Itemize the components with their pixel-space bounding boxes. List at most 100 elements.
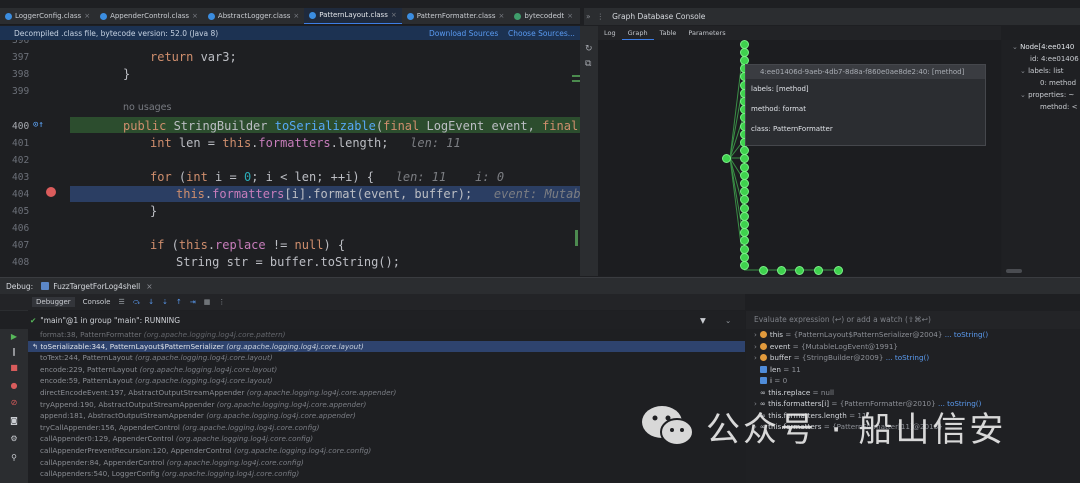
graph-node[interactable] <box>813 265 823 275</box>
refresh-icon[interactable]: ↻ <box>585 44 593 54</box>
line-number: 405 <box>12 206 30 217</box>
stack-frame[interactable]: ↰ toSerializable:344, PatternLayout$Patt… <box>28 340 745 353</box>
frame-package: (org.apache.logging.log4j.core.layout) <box>135 376 273 386</box>
line-number: 401 <box>12 138 30 149</box>
frame-method: toText:244, PatternLayout <box>40 353 133 363</box>
resume-icon[interactable]: ▶ <box>10 333 18 341</box>
copy-icon[interactable]: ⧉ <box>585 59 591 69</box>
graph-node[interactable] <box>739 236 749 246</box>
graph-node[interactable] <box>794 265 804 275</box>
graph-node[interactable] <box>739 260 749 270</box>
horizontal-scrollbar[interactable] <box>1006 269 1022 273</box>
stack-frame[interactable]: callAppenderPreventRecursion:120, Append… <box>28 445 745 457</box>
expand-icon[interactable]: › <box>754 342 757 351</box>
view-breakpoints-icon[interactable]: ● <box>10 382 18 390</box>
stack-frame[interactable]: toText:244, PatternLayout (org.apache.lo… <box>28 352 745 364</box>
variable-row[interactable]: len = 11 <box>760 364 801 376</box>
close-icon[interactable]: × <box>567 12 573 20</box>
evaluate-icon[interactable]: ▦ <box>204 298 211 306</box>
node-tooltip: 4:ee01406d-9aeb-4db7-8d8a-f860e0ae8de2:4… <box>745 64 986 146</box>
graph-node[interactable] <box>739 154 749 164</box>
node-properties: ⌄ properties: ~ <box>1020 91 1074 99</box>
tab-loggerconfig[interactable]: LoggerConfig.class × <box>0 8 95 24</box>
stack-frame[interactable]: callAppender:84, AppenderControl (org.ap… <box>28 457 745 469</box>
collapse-icon[interactable]: » <box>586 12 591 21</box>
variable-row[interactable]: i = 0 <box>760 375 787 387</box>
stack-frame[interactable]: callAppenders:540, LoggerConfig (org.apa… <box>28 468 745 480</box>
code-line-397: return var3; <box>150 50 237 64</box>
download-sources-link[interactable]: Download Sources <box>429 29 498 38</box>
thread-selector[interactable]: ✔ "main"@1 in group "main": RUNNING ▼ ⌄ <box>0 311 745 329</box>
variable-row[interactable]: › buffer = {StringBuilder@2009} ... toStr… <box>754 352 929 364</box>
to-string-link[interactable]: ... toString() <box>945 330 988 339</box>
tab-patternlayout[interactable]: PatternLayout.class × <box>304 8 402 24</box>
tabs-overflow-icon[interactable]: ⌄ <box>578 12 580 20</box>
close-icon[interactable]: × <box>391 11 397 19</box>
close-icon[interactable]: × <box>84 12 90 20</box>
more-icon[interactable]: ⋮ <box>218 298 225 306</box>
tab-console[interactable]: Console <box>83 298 111 306</box>
force-step-into-icon[interactable]: ⇣ <box>162 298 168 306</box>
pin-icon[interactable]: ⚲ <box>10 454 18 462</box>
variable-row[interactable]: › event = {MutableLogEvent@1991} <box>754 341 898 353</box>
variable-row[interactable]: ∞ this.replace = null <box>760 387 834 399</box>
run-to-cursor-icon[interactable]: ⇥ <box>190 298 196 306</box>
expand-icon[interactable]: ⌄ <box>1012 43 1020 51</box>
breakpoint-icon[interactable] <box>46 187 56 197</box>
expand-icon[interactable]: › <box>754 330 757 339</box>
to-string-link[interactable]: ... toString() <box>886 353 929 362</box>
graph-node[interactable] <box>739 195 749 205</box>
graph-node[interactable] <box>721 153 731 163</box>
stack-frame[interactable]: tryCallAppender:156, AppenderControl (or… <box>28 422 745 434</box>
stack-frame[interactable]: directEncodeEvent:197, AbstractOutputStr… <box>28 387 745 399</box>
filter-icon[interactable]: ▼ <box>700 316 706 325</box>
tab-log[interactable]: Log <box>598 26 622 40</box>
stack-frame[interactable]: callAppender0:129, AppenderControl (org.… <box>28 433 745 445</box>
variable-name: i <box>770 376 772 385</box>
step-out-icon[interactable]: ↑ <box>176 298 182 306</box>
scrollbar-thumb[interactable] <box>575 230 578 246</box>
frame-method: callAppender0:129, AppenderControl <box>40 434 174 444</box>
stack-frame[interactable]: encode:59, PatternLayout (org.apache.log… <box>28 375 745 387</box>
tab-table[interactable]: Table <box>654 26 683 40</box>
evaluate-expression-input[interactable]: Evaluate expression (↩) or add a watch (… <box>746 311 1080 329</box>
more-icon[interactable]: ⋮ <box>597 12 605 21</box>
camera-icon[interactable]: ◙ <box>10 417 18 425</box>
tab-appendercontrol[interactable]: AppenderControl.class × <box>95 8 203 24</box>
stack-frame[interactable]: format:38, PatternFormatter (org.apache.… <box>28 329 745 341</box>
gear-icon[interactable]: ⚙ <box>10 435 18 443</box>
variable-row[interactable]: › this = {PatternLayout$PatternSerializer… <box>754 329 988 341</box>
expand-icon[interactable]: ⌄ <box>1020 91 1028 99</box>
expand-icon[interactable]: ⌄ <box>725 316 731 325</box>
code-editor[interactable]: 396 397 398 399 400 401 402 403 404 405 … <box>0 40 584 275</box>
stack-frame[interactable]: append:181, AbstractOutputStreamAppender… <box>28 410 745 422</box>
graph-node[interactable] <box>758 265 768 275</box>
close-icon[interactable]: × <box>192 12 198 20</box>
close-icon[interactable]: × <box>146 282 152 291</box>
stack-frame[interactable]: encode:229, PatternLayout (org.apache.lo… <box>28 364 745 376</box>
stop-icon[interactable]: ■ <box>10 364 18 372</box>
step-over-icon[interactable]: ⤼ <box>133 298 140 307</box>
node-properties-text: properties: ~ <box>1028 91 1075 99</box>
menu-icon[interactable]: ☰ <box>118 298 124 306</box>
step-into-icon[interactable]: ↓ <box>148 298 154 306</box>
stack-frame[interactable]: tryAppend:190, AbstractOutputStreamAppen… <box>28 399 745 411</box>
run-config-name[interactable]: FuzzTargetForLog4shell <box>53 282 140 291</box>
close-icon[interactable]: × <box>293 12 299 20</box>
object-icon <box>759 342 767 350</box>
expand-icon[interactable]: › <box>754 353 757 362</box>
tab-parameters[interactable]: Parameters <box>682 26 731 40</box>
override-marker-icon[interactable]: ⊙↑ <box>33 120 44 130</box>
choose-sources-link[interactable]: Choose Sources... <box>508 29 575 38</box>
close-icon[interactable]: × <box>498 12 504 20</box>
expand-icon[interactable]: ⌄ <box>1020 67 1028 75</box>
tab-patternformatter[interactable]: PatternFormatter.class × <box>402 8 510 24</box>
tab-abstractlogger[interactable]: AbstractLogger.class × <box>203 8 304 24</box>
tab-graph[interactable]: Graph <box>621 26 654 40</box>
tab-debugger[interactable]: Debugger <box>32 297 75 307</box>
graph-node[interactable] <box>833 265 843 275</box>
graph-node[interactable] <box>776 265 786 275</box>
pause-icon[interactable]: ∥ <box>10 348 18 356</box>
tab-bytecodedt[interactable]: bytecodedt × <box>509 8 578 24</box>
mute-breakpoints-icon[interactable]: ⊘ <box>10 399 18 407</box>
